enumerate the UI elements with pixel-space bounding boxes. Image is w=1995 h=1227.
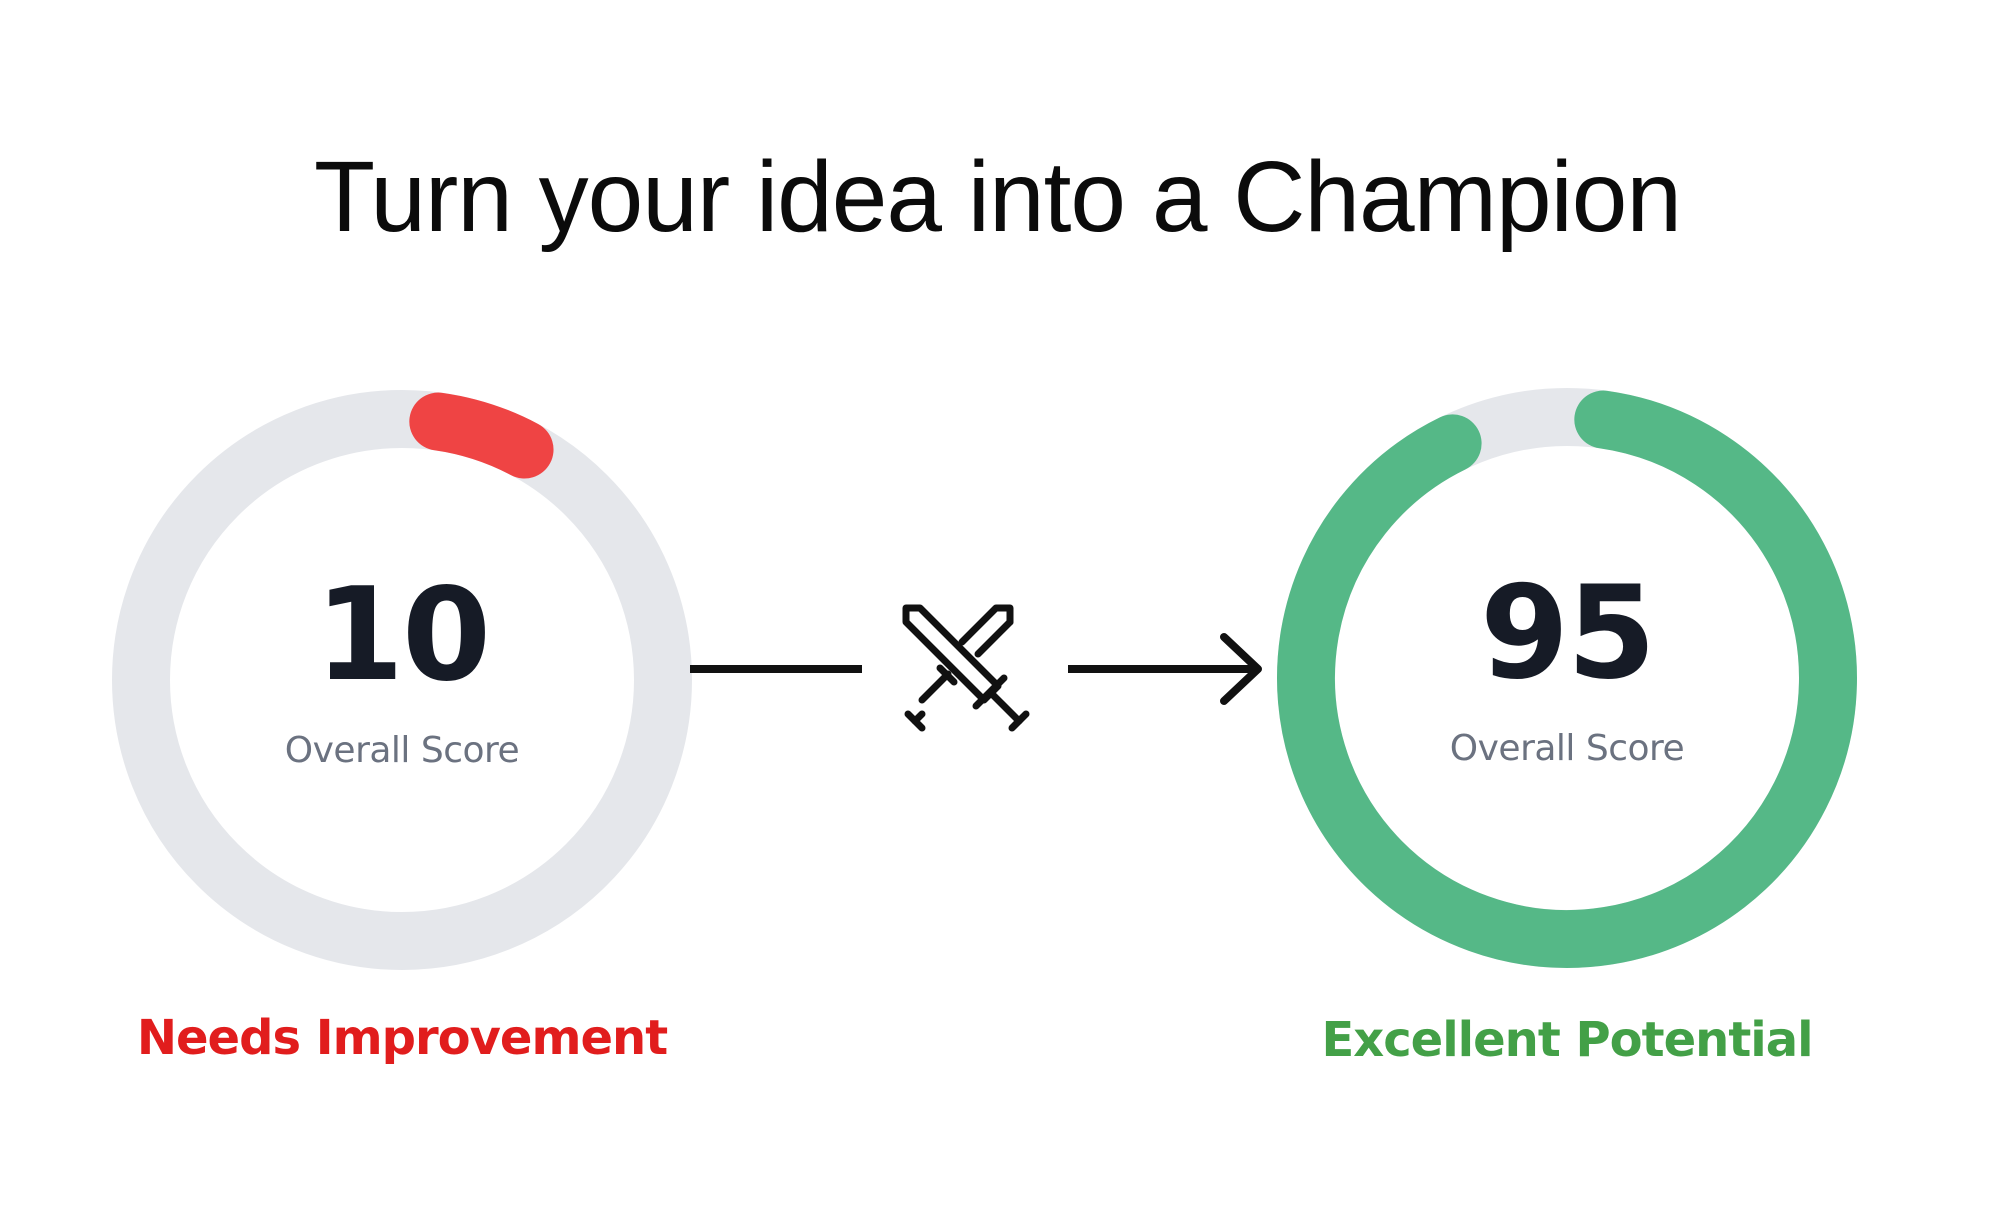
- connector: [690, 604, 1262, 732]
- crossed-swords-icon: [902, 604, 1030, 732]
